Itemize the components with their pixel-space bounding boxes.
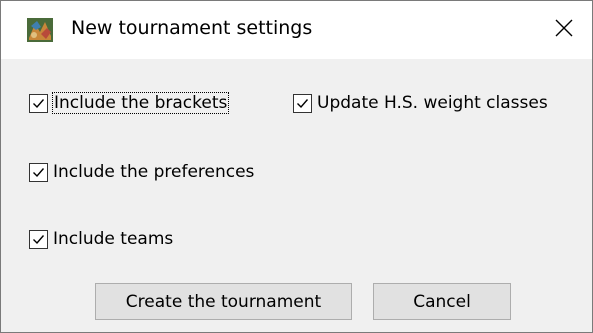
checkbox-box[interactable] (293, 93, 312, 113)
dialog-window: New tournament settings Include the brac… (0, 0, 593, 333)
checkbox-box[interactable] (29, 229, 48, 249)
include-preferences-label: Include the preferences (53, 162, 255, 182)
include-teams-checkbox[interactable]: Include teams (29, 229, 173, 249)
checkbox-box[interactable] (29, 93, 48, 113)
include-brackets-label: Include the brackets (51, 92, 230, 114)
checkmark-icon (297, 98, 309, 108)
create-tournament-button[interactable]: Create the tournament (95, 283, 352, 320)
update-weight-classes-label: Update H.S. weight classes (317, 93, 548, 113)
checkmark-icon (33, 98, 45, 108)
close-icon (555, 19, 573, 41)
close-button[interactable] (536, 1, 592, 59)
include-teams-label: Include teams (53, 229, 174, 249)
title-bar[interactable]: New tournament settings (1, 1, 592, 59)
include-preferences-checkbox[interactable]: Include the preferences (29, 162, 254, 182)
dialog-content: Include the brackets Update H.S. weight … (1, 59, 592, 332)
dialog-title: New tournament settings (71, 17, 313, 39)
checkbox-box[interactable] (29, 162, 48, 182)
cancel-button[interactable]: Cancel (373, 283, 511, 320)
checkmark-icon (33, 167, 45, 177)
app-logo-icon (27, 18, 53, 42)
include-brackets-checkbox[interactable]: Include the brackets (29, 92, 230, 114)
update-weight-classes-checkbox[interactable]: Update H.S. weight classes (293, 93, 548, 113)
checkmark-icon (33, 234, 45, 244)
